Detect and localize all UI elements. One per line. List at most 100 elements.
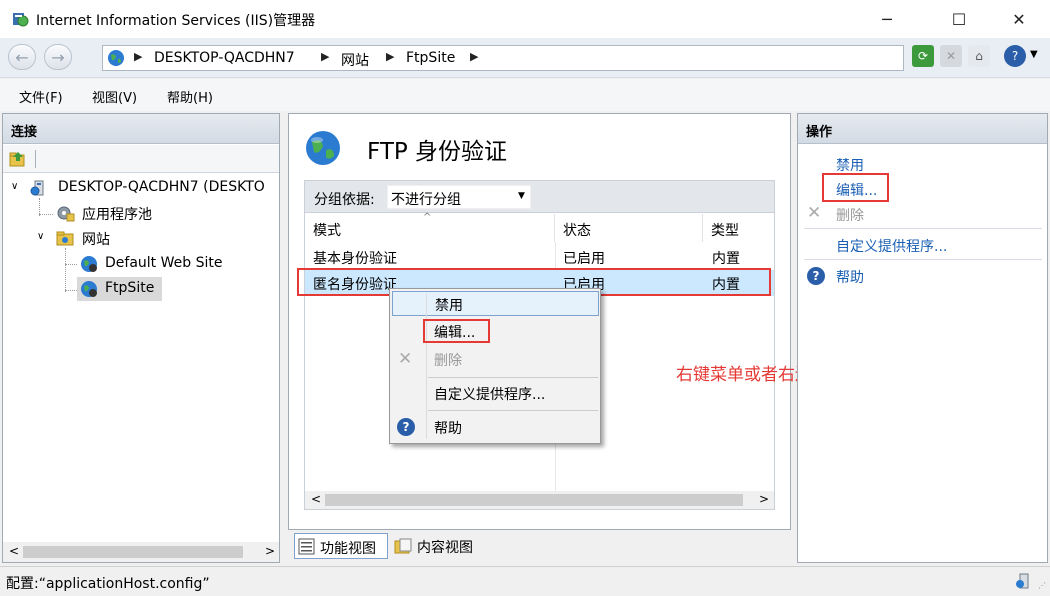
tree-line: [65, 290, 77, 291]
cell-type: 内置: [712, 251, 740, 267]
content-view-icon: [394, 538, 412, 554]
action-help[interactable]: 帮助: [836, 267, 864, 287]
connections-pane: 连接 ∨ DESKTOP-QACDHN7 (DESKTO 应用程序池 ∨ 网站: [2, 113, 280, 563]
sort-ascending-icon: ^: [423, 212, 432, 223]
group-by-bar: 分组依据: 不进行分组 ▼: [305, 181, 774, 213]
annotation-action-edit-highlight: [822, 173, 889, 202]
scroll-left-icon[interactable]: <: [311, 492, 321, 506]
chevron-right-icon: ▶: [386, 50, 395, 63]
context-item-help[interactable]: ? 帮助: [390, 415, 600, 441]
column-header-type[interactable]: 类型: [703, 214, 773, 242]
context-item-custom-providers-label: 自定义提供程序...: [434, 387, 546, 403]
chevron-right-icon: ▶: [321, 50, 330, 63]
group-by-value: 不进行分组: [391, 192, 461, 208]
iis-app-icon: [13, 13, 29, 27]
help-icon[interactable]: ?: [1004, 45, 1026, 67]
breadcrumb[interactable]: ▶ DESKTOP-QACDHN7 ▶ 网站 ▶ FtpSite ▶: [102, 45, 904, 71]
tree-app-pools[interactable]: 应用程序池: [82, 204, 152, 224]
tree-line: [39, 214, 53, 215]
context-menu: 禁用 编辑... ✕ 删除 自定义提供程序... ? 帮助: [389, 288, 601, 444]
column-header-status-label: 状态: [563, 223, 591, 239]
tree-server[interactable]: DESKTOP-QACDHN7 (DESKTO: [58, 179, 265, 195]
minimize-button[interactable]: ─: [864, 0, 910, 38]
column-header-status[interactable]: 状态: [555, 214, 703, 242]
address-bar: ← → ▶ DESKTOP-QACDHN7 ▶ 网站 ▶ FtpSite ▶ ⟳…: [0, 38, 1050, 78]
connect-icon[interactable]: [9, 150, 27, 168]
forward-button[interactable]: →: [44, 44, 72, 70]
cell-status: 已启用: [563, 251, 605, 267]
context-item-help-label: 帮助: [434, 421, 462, 437]
status-bar: 配置:“applicationHost.config” ⋰: [0, 566, 1050, 596]
content-view-tab[interactable]: 内容视图: [392, 533, 486, 559]
menu-separator: [428, 377, 598, 378]
group-by-select[interactable]: 不进行分组 ▼: [387, 185, 531, 209]
website-globe-icon: [81, 256, 97, 272]
context-item-delete[interactable]: ✕ 删除: [390, 347, 600, 373]
breadcrumb-server[interactable]: DESKTOP-QACDHN7: [154, 50, 295, 66]
features-view-icon: [298, 538, 315, 555]
close-button[interactable]: ✕: [996, 0, 1042, 38]
action-disable[interactable]: 禁用: [836, 155, 864, 175]
breadcrumb-ftpsite[interactable]: FtpSite: [406, 50, 455, 66]
server-status-icon: [1016, 573, 1029, 589]
menu-help[interactable]: 帮助(H): [167, 87, 213, 106]
delete-icon: ✕: [807, 203, 822, 223]
tree-line: [65, 248, 66, 292]
annotation-edit-highlight: [423, 319, 490, 343]
context-item-disable-label: 禁用: [435, 298, 463, 314]
title-bar: Internet Information Services (IIS)管理器 ─…: [0, 0, 1050, 38]
column-header-type-label: 类型: [711, 223, 739, 239]
connections-header: 连接: [3, 114, 279, 144]
stop-icon[interactable]: ✕: [940, 45, 962, 67]
table-row[interactable]: 基本身份验证 已启用 内置: [305, 244, 774, 270]
tree-line: [65, 264, 77, 265]
menu-view[interactable]: 视图(V): [92, 87, 137, 106]
menu-file[interactable]: 文件(F): [19, 87, 63, 106]
chevron-down-icon[interactable]: ▼: [1030, 49, 1038, 60]
tree-ftpsite[interactable]: FtpSite: [105, 280, 154, 296]
expand-icon[interactable]: ∨: [37, 231, 44, 242]
website-globe-icon: [81, 281, 97, 297]
chevron-right-icon: ▶: [134, 50, 143, 63]
scrollbar-thumb[interactable]: [325, 494, 743, 506]
group-by-label: 分组依据:: [314, 192, 375, 208]
home-icon[interactable]: ⌂: [968, 45, 990, 67]
scrollbar-thumb[interactable]: [23, 546, 243, 558]
scroll-left-icon[interactable]: <: [9, 544, 19, 558]
horizontal-scrollbar[interactable]: < >: [3, 542, 279, 562]
back-button[interactable]: ←: [8, 44, 36, 70]
actions-separator: [804, 228, 1042, 229]
delete-icon: ✕: [398, 349, 413, 369]
action-delete[interactable]: 删除: [836, 205, 864, 225]
help-icon: ?: [807, 267, 825, 285]
features-view-tab[interactable]: 功能视图: [294, 533, 388, 559]
expand-icon[interactable]: ∨: [11, 181, 18, 192]
tree-sites[interactable]: 网站: [82, 229, 110, 249]
tree-default-web-site[interactable]: Default Web Site: [105, 255, 222, 271]
actions-header: 操作: [798, 114, 1047, 144]
actions-separator: [804, 259, 1042, 260]
context-item-custom-providers[interactable]: 自定义提供程序...: [390, 381, 600, 407]
sites-folder-icon: [56, 231, 74, 246]
action-custom-providers[interactable]: 自定义提供程序...: [836, 236, 947, 256]
scroll-right-icon[interactable]: >: [759, 492, 769, 506]
actions-pane: 操作 禁用 编辑... ✕ 删除 自定义提供程序... ? 帮助: [797, 113, 1048, 563]
status-text: 配置:“applicationHost.config”: [6, 576, 210, 592]
chevron-down-icon: ▼: [518, 191, 525, 201]
window-title: Internet Information Services (IIS)管理器: [36, 13, 316, 29]
globe-icon: [108, 50, 124, 66]
grid-horizontal-scrollbar[interactable]: < >: [305, 491, 774, 509]
refresh-icon[interactable]: ⟳: [912, 45, 934, 67]
feature-title: FTP 身份验证: [367, 139, 508, 165]
menu-bar: 文件(F) 视图(V) 帮助(H): [0, 79, 1050, 111]
resize-grip-icon[interactable]: ⋰: [1038, 581, 1046, 590]
context-item-edit[interactable]: 编辑...: [390, 319, 600, 345]
features-view-label: 功能视图: [320, 541, 376, 557]
connections-toolbar: [3, 145, 279, 173]
scroll-right-icon[interactable]: >: [265, 544, 275, 558]
server-icon: [30, 180, 44, 196]
breadcrumb-sites[interactable]: 网站: [341, 50, 369, 70]
column-header-mode[interactable]: 模式 ^: [305, 212, 555, 242]
maximize-button[interactable]: ☐: [936, 0, 982, 38]
context-item-disable[interactable]: 禁用: [392, 291, 599, 316]
